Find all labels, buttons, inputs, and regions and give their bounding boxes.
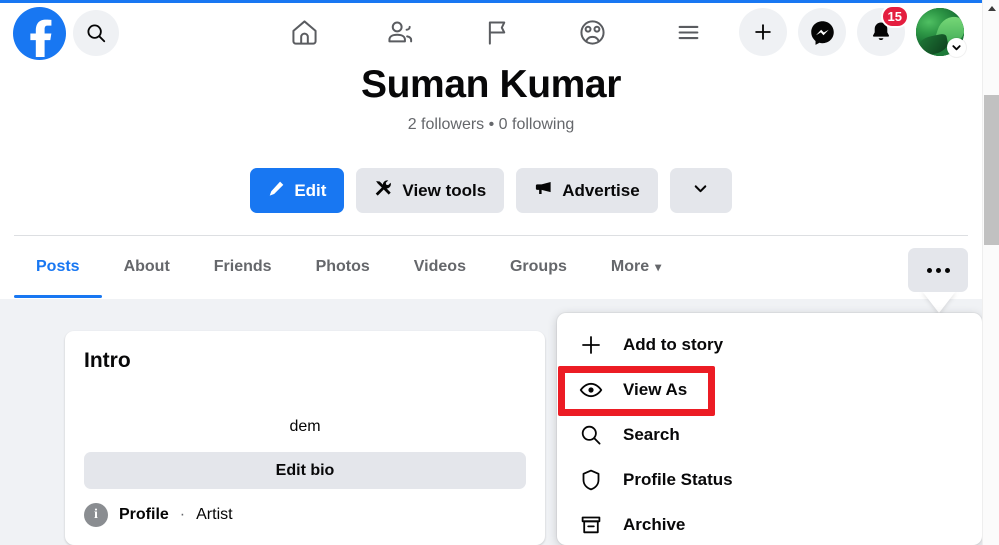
menu-item-add-to-story-label: Add to story xyxy=(623,334,724,354)
edit-profile-label: Edit xyxy=(294,180,327,200)
tools-icon xyxy=(374,179,393,203)
tab-groups-label: Groups xyxy=(509,258,567,275)
top-accent-bar xyxy=(0,0,999,3)
account-avatar[interactable] xyxy=(916,8,966,57)
tab-about[interactable]: About xyxy=(102,236,192,298)
menu-item-search[interactable]: Search xyxy=(557,412,982,457)
intro-detail-secondary: Artist xyxy=(196,506,233,523)
tab-photos[interactable]: Photos xyxy=(294,236,392,298)
tab-posts[interactable]: Posts xyxy=(14,236,102,298)
menu-item-profile-status-label: Profile Status xyxy=(623,469,733,489)
tab-videos[interactable]: Videos xyxy=(392,236,488,298)
menu-item-archive[interactable]: Archive xyxy=(557,502,982,545)
facebook-logo-icon[interactable] xyxy=(13,7,66,60)
scroll-up-arrow-icon[interactable] xyxy=(983,0,999,17)
tab-groups[interactable]: Groups xyxy=(488,236,589,298)
tab-videos-label: Videos xyxy=(413,258,466,275)
eye-icon xyxy=(578,377,604,403)
intro-detail-separator: · xyxy=(179,506,186,523)
menu-item-add-to-story[interactable]: Add to story xyxy=(557,322,982,367)
tab-more[interactable]: More ▾ xyxy=(589,236,683,298)
profile-action-buttons: Edit View tools Advertise xyxy=(0,168,982,213)
chevron-down-icon xyxy=(692,180,709,202)
search-icon[interactable] xyxy=(73,10,119,56)
dropdown-caret-pointer xyxy=(922,291,956,313)
tab-friends-label: Friends xyxy=(213,258,272,275)
intro-bio-text: dem xyxy=(289,418,321,435)
groups-icon[interactable] xyxy=(568,8,616,56)
profile-options-dropdown: Add to story View As Search Profile Stat… xyxy=(557,313,982,545)
shield-icon xyxy=(578,467,604,493)
edit-bio-label: Edit bio xyxy=(275,461,335,479)
more-actions-dropdown-button[interactable] xyxy=(669,168,732,213)
header-actions: 15 xyxy=(739,5,966,57)
menu-item-view-as[interactable]: View As xyxy=(557,367,982,412)
profile-more-options-button[interactable] xyxy=(908,248,968,292)
menu-item-view-as-label: View As xyxy=(623,379,688,399)
tab-more-label: More xyxy=(610,258,650,275)
home-icon[interactable] xyxy=(280,8,328,56)
advertise-label: Advertise xyxy=(562,180,640,200)
ellipsis-icon xyxy=(926,267,950,273)
advertise-button[interactable]: Advertise xyxy=(516,168,658,213)
chevron-down-icon xyxy=(947,38,966,57)
profile-tabs: Posts About Friends Photos Videos Groups… xyxy=(14,236,683,298)
menu-item-profile-status[interactable]: Profile Status xyxy=(557,457,982,502)
search-icon xyxy=(578,422,604,448)
pencil-icon xyxy=(268,180,285,202)
page-title: Suman Kumar xyxy=(361,63,621,106)
notification-badge: 15 xyxy=(880,5,909,28)
scroll-thumb[interactable] xyxy=(984,95,999,245)
tab-photos-label: Photos xyxy=(315,258,370,275)
page-scrollbar[interactable] xyxy=(982,0,999,545)
edit-bio-button[interactable]: Edit bio xyxy=(84,452,526,489)
site-header: 15 xyxy=(0,0,982,68)
menu-icon[interactable] xyxy=(664,8,712,56)
intro-title: Intro xyxy=(84,349,131,372)
intro-detail-row: i Profile · Artist xyxy=(84,503,233,527)
flag-icon[interactable] xyxy=(472,8,520,56)
profile-stats: 2 followers • 0 following xyxy=(407,116,575,133)
archive-icon xyxy=(578,512,604,538)
view-tools-button[interactable]: View tools xyxy=(356,168,505,213)
tab-friends[interactable]: Friends xyxy=(192,236,294,298)
create-plus-icon[interactable] xyxy=(739,8,787,56)
intro-card: Intro dem Edit bio i Profile · Artist xyxy=(65,331,545,545)
menu-item-search-label: Search xyxy=(623,424,680,444)
view-tools-label: View tools xyxy=(402,180,487,200)
facebook-profile-page: 15 Suman Kumar 2 followers • 0 following xyxy=(0,0,999,545)
notifications-bell-icon[interactable]: 15 xyxy=(857,5,909,56)
intro-detail-primary: Profile xyxy=(119,506,169,523)
tab-posts-label: Posts xyxy=(36,258,80,275)
megaphone-icon xyxy=(534,179,553,203)
menu-item-archive-label: Archive xyxy=(623,514,686,534)
info-icon: i xyxy=(84,503,108,527)
main-navigation xyxy=(280,8,712,56)
plus-icon xyxy=(578,332,604,358)
friends-icon[interactable] xyxy=(376,8,424,56)
edit-profile-button[interactable]: Edit xyxy=(250,168,345,213)
tab-about-label: About xyxy=(123,258,170,275)
chevron-down-icon: ▾ xyxy=(655,260,662,274)
messenger-icon[interactable] xyxy=(798,8,846,56)
